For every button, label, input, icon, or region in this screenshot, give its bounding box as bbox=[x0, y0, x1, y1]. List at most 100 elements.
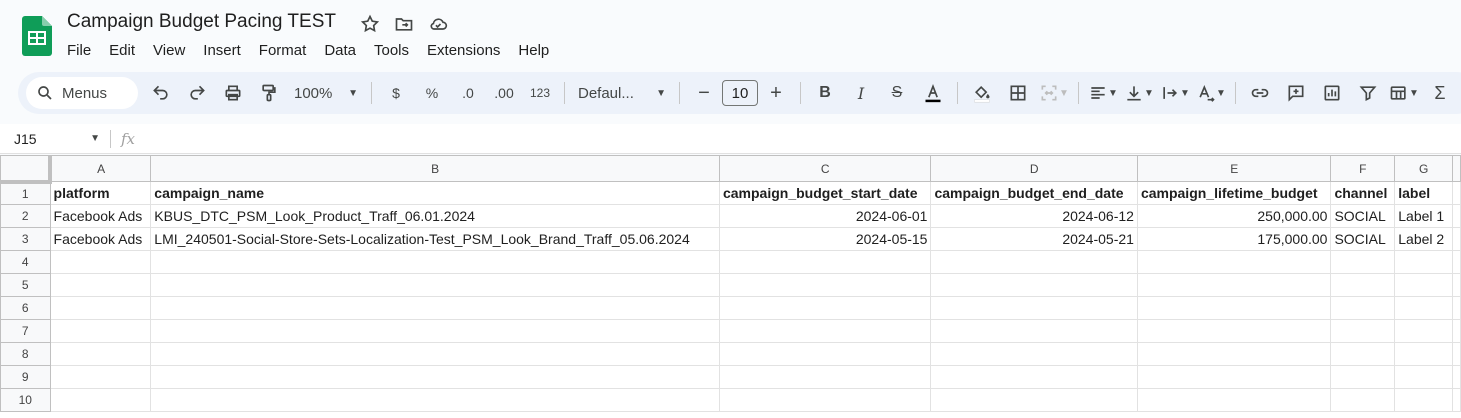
cell[interactable]: campaign_budget_end_date bbox=[930, 181, 1138, 205]
cell[interactable] bbox=[930, 342, 1138, 366]
cell[interactable]: 2024-06-12 bbox=[930, 204, 1138, 228]
cell[interactable] bbox=[49, 365, 152, 389]
cell[interactable] bbox=[150, 342, 720, 366]
cell[interactable]: label bbox=[1394, 181, 1453, 205]
row-header[interactable]: 2 bbox=[0, 204, 51, 228]
select-all-corner[interactable] bbox=[0, 155, 53, 184]
cell[interactable] bbox=[150, 319, 720, 343]
cell[interactable] bbox=[1330, 296, 1396, 320]
font-size-input[interactable]: 10 bbox=[722, 80, 758, 106]
cell[interactable] bbox=[718, 342, 932, 366]
insert-link-icon[interactable] bbox=[1245, 78, 1275, 108]
move-folder-icon[interactable] bbox=[392, 12, 416, 36]
italic-icon[interactable]: I bbox=[846, 78, 876, 108]
cell[interactable] bbox=[150, 296, 720, 320]
cell[interactable] bbox=[1394, 296, 1453, 320]
cell[interactable] bbox=[1330, 250, 1396, 274]
cloud-saved-icon[interactable] bbox=[426, 12, 450, 36]
cell[interactable]: Facebook Ads bbox=[49, 204, 152, 228]
menu-extensions[interactable]: Extensions bbox=[418, 40, 509, 61]
column-header-d[interactable]: D bbox=[930, 155, 1138, 182]
cell[interactable] bbox=[718, 296, 932, 320]
menu-tools[interactable]: Tools bbox=[365, 40, 418, 61]
menu-help[interactable]: Help bbox=[509, 40, 558, 61]
cell[interactable] bbox=[1452, 342, 1461, 366]
print-icon[interactable] bbox=[218, 78, 248, 108]
google-sheets-logo-icon[interactable] bbox=[22, 16, 52, 56]
column-header-a[interactable]: A bbox=[49, 155, 152, 182]
document-title[interactable]: Campaign Budget Pacing TEST bbox=[67, 11, 336, 33]
row-header[interactable]: 8 bbox=[0, 342, 51, 366]
more-formats-button[interactable]: 123 bbox=[525, 78, 555, 108]
cell[interactable]: 175,000.00 bbox=[1136, 227, 1332, 251]
cell[interactable] bbox=[1452, 296, 1461, 320]
cell[interactable] bbox=[1394, 250, 1453, 274]
cell[interactable]: platform bbox=[49, 181, 152, 205]
percent-format-button[interactable]: % bbox=[417, 78, 447, 108]
cell[interactable] bbox=[718, 319, 932, 343]
cell[interactable] bbox=[1330, 388, 1396, 412]
cell[interactable] bbox=[1330, 342, 1396, 366]
increase-decimal-button[interactable]: .00 bbox=[489, 78, 519, 108]
decrease-decimal-button[interactable]: .0 bbox=[453, 78, 483, 108]
cell[interactable] bbox=[1136, 342, 1332, 366]
filter-views-icon[interactable]: ▼ bbox=[1389, 78, 1419, 108]
cell[interactable]: channel bbox=[1330, 181, 1396, 205]
cell[interactable]: 2024-05-21 bbox=[930, 227, 1138, 251]
row-header[interactable]: 3 bbox=[0, 227, 51, 251]
cell[interactable] bbox=[1136, 296, 1332, 320]
insert-chart-icon[interactable] bbox=[1317, 78, 1347, 108]
cell[interactable] bbox=[1394, 388, 1453, 412]
cell[interactable]: campaign_budget_start_date bbox=[718, 181, 932, 205]
fill-color-icon[interactable] bbox=[967, 78, 997, 108]
borders-icon[interactable] bbox=[1003, 78, 1033, 108]
currency-format-button[interactable]: $ bbox=[381, 78, 411, 108]
cell[interactable] bbox=[49, 342, 152, 366]
cell[interactable]: Facebook Ads bbox=[49, 227, 152, 251]
filter-icon[interactable] bbox=[1353, 78, 1383, 108]
text-wrapping-icon[interactable]: ▼ bbox=[1160, 78, 1190, 108]
cell[interactable] bbox=[1452, 388, 1461, 412]
menu-insert[interactable]: Insert bbox=[194, 40, 250, 61]
star-icon[interactable] bbox=[358, 12, 382, 36]
search-menus-button[interactable]: Menus bbox=[26, 77, 138, 109]
cell[interactable]: campaign_name bbox=[150, 181, 720, 205]
text-color-icon[interactable] bbox=[918, 78, 948, 108]
cell[interactable] bbox=[930, 296, 1138, 320]
menu-data[interactable]: Data bbox=[315, 40, 365, 61]
cell[interactable] bbox=[49, 250, 152, 274]
cell[interactable] bbox=[1136, 388, 1332, 412]
row-header[interactable]: 4 bbox=[0, 250, 51, 274]
cell[interactable] bbox=[1394, 273, 1453, 297]
cell[interactable] bbox=[1136, 273, 1332, 297]
cell[interactable] bbox=[150, 365, 720, 389]
row-header[interactable]: 5 bbox=[0, 273, 51, 297]
cell[interactable] bbox=[718, 388, 932, 412]
cell[interactable] bbox=[150, 273, 720, 297]
cell[interactable]: campaign_lifetime_budget bbox=[1136, 181, 1332, 205]
cell[interactable] bbox=[718, 365, 932, 389]
cell[interactable] bbox=[1136, 250, 1332, 274]
row-header[interactable]: 1 bbox=[0, 181, 51, 205]
row-header[interactable]: 7 bbox=[0, 319, 51, 343]
horizontal-align-icon[interactable]: ▼ bbox=[1088, 78, 1118, 108]
cell[interactable] bbox=[150, 388, 720, 412]
paint-format-icon[interactable] bbox=[254, 78, 284, 108]
cell[interactable]: KBUS_DTC_PSM_Look_Product_Traff_06.01.20… bbox=[150, 204, 720, 228]
insert-comment-icon[interactable] bbox=[1281, 78, 1311, 108]
cell[interactable] bbox=[1394, 365, 1453, 389]
increase-font-size-icon[interactable]: + bbox=[761, 78, 791, 108]
cell[interactable] bbox=[1136, 365, 1332, 389]
cell[interactable]: SOCIAL bbox=[1330, 227, 1396, 251]
cell[interactable]: Label 2 bbox=[1394, 227, 1453, 251]
cell[interactable] bbox=[930, 250, 1138, 274]
column-header-e[interactable]: E bbox=[1136, 155, 1332, 182]
column-header-b[interactable]: B bbox=[150, 155, 720, 182]
merge-cells-icon[interactable]: ▼ bbox=[1039, 78, 1069, 108]
cell[interactable] bbox=[1330, 273, 1396, 297]
column-header-f[interactable]: F bbox=[1330, 155, 1396, 182]
font-select[interactable]: Defaul... ▼ bbox=[574, 78, 670, 108]
cell[interactable] bbox=[1452, 227, 1461, 251]
cell[interactable] bbox=[150, 250, 720, 274]
menu-view[interactable]: View bbox=[144, 40, 194, 61]
